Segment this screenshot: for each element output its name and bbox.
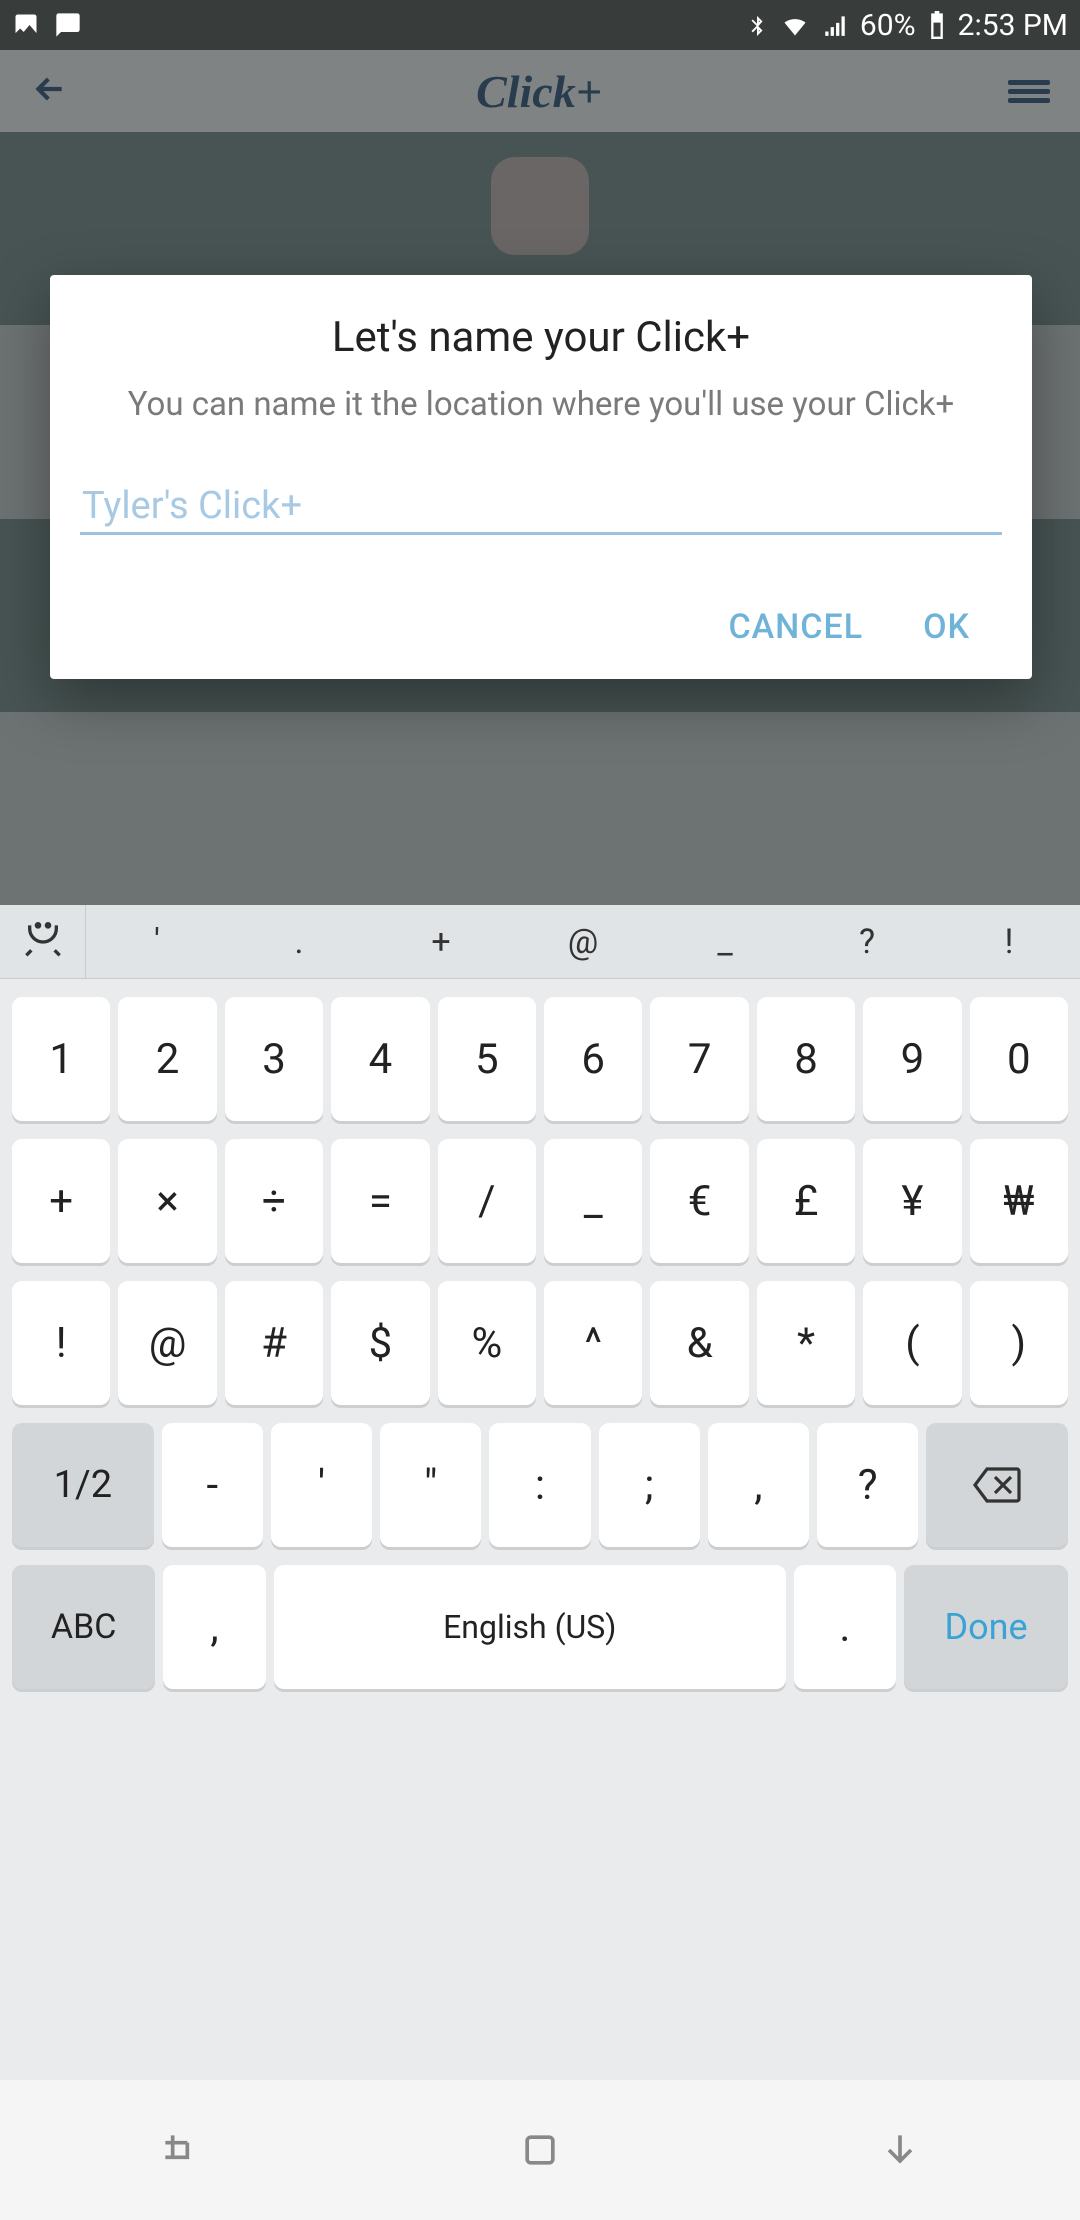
keyboard-row-4: 1/2 - ' " : ; , ? <box>6 1423 1074 1547</box>
cancel-button[interactable]: CANCEL <box>728 607 863 647</box>
backspace-key[interactable] <box>926 1423 1068 1547</box>
picture-icon <box>12 11 40 39</box>
key[interactable]: ÷ <box>225 1139 323 1263</box>
key[interactable]: ¥ <box>863 1139 961 1263</box>
home-icon[interactable] <box>518 2128 562 2172</box>
key[interactable]: 8 <box>757 997 855 1121</box>
key[interactable]: ! <box>12 1281 110 1405</box>
wifi-icon <box>780 11 810 39</box>
clock-text: 2:53 PM <box>958 8 1068 43</box>
suggestion-key[interactable]: + <box>370 922 512 962</box>
key[interactable]: " <box>380 1423 481 1547</box>
key[interactable]: 4 <box>331 997 429 1121</box>
device-name-input[interactable] <box>80 480 1002 535</box>
key[interactable]: $ <box>331 1281 429 1405</box>
name-device-dialog: Let's name your Click+ You can name it t… <box>50 275 1032 679</box>
keyboard-row-5: ABC , English (US) . Done <box>6 1565 1074 1689</box>
space-key[interactable]: English (US) <box>274 1565 786 1689</box>
battery-percent: 60% <box>860 8 916 43</box>
dialog-subtitle: You can name it the location where you'l… <box>80 384 1002 425</box>
key[interactable]: # <box>225 1281 323 1405</box>
key[interactable]: 0 <box>970 997 1068 1121</box>
key[interactable]: - <box>162 1423 263 1547</box>
key[interactable]: ^ <box>544 1281 642 1405</box>
key[interactable]: ₩ <box>970 1139 1068 1263</box>
system-nav-bar <box>0 2080 1080 2220</box>
signal-icon <box>822 11 848 39</box>
key[interactable]: & <box>650 1281 748 1405</box>
bluetooth-icon <box>746 11 768 39</box>
battery-icon <box>928 11 946 39</box>
suggestion-key[interactable]: ' <box>86 922 228 962</box>
key[interactable]: 7 <box>650 997 748 1121</box>
keyboard-row-1: 1 2 3 4 5 6 7 8 9 0 <box>6 997 1074 1121</box>
back-icon[interactable] <box>878 2128 922 2172</box>
ok-button[interactable]: OK <box>923 607 970 647</box>
recents-icon[interactable] <box>158 2128 202 2172</box>
period-key[interactable]: . <box>794 1565 896 1689</box>
key[interactable]: 3 <box>225 997 323 1121</box>
suggestion-key[interactable]: @ <box>512 922 654 962</box>
key[interactable]: / <box>438 1139 536 1263</box>
key[interactable]: % <box>438 1281 536 1405</box>
key[interactable]: + <box>12 1139 110 1263</box>
key[interactable]: @ <box>118 1281 216 1405</box>
key[interactable]: ; <box>599 1423 700 1547</box>
done-key[interactable]: Done <box>904 1565 1068 1689</box>
key[interactable]: ( <box>863 1281 961 1405</box>
keyboard-row-2: + × ÷ = / _ € £ ¥ ₩ <box>6 1139 1074 1263</box>
key[interactable]: _ <box>544 1139 642 1263</box>
key[interactable]: 5 <box>438 997 536 1121</box>
comma-key[interactable]: , <box>163 1565 265 1689</box>
symbol-page-key[interactable]: 1/2 <box>12 1423 154 1547</box>
suggestion-key[interactable]: . <box>228 922 370 962</box>
key[interactable]: ) <box>970 1281 1068 1405</box>
emoji-toggle-icon[interactable] <box>0 905 86 978</box>
abc-key[interactable]: ABC <box>12 1565 155 1689</box>
suggestion-key[interactable]: ? <box>796 922 938 962</box>
key[interactable]: ? <box>817 1423 918 1547</box>
key[interactable]: × <box>118 1139 216 1263</box>
soft-keyboard: ' . + @ _ ? ! 1 2 3 4 5 6 7 8 9 0 + × ÷ … <box>0 905 1080 2080</box>
key[interactable]: = <box>331 1139 429 1263</box>
keyboard-row-3: ! @ # $ % ^ & * ( ) <box>6 1281 1074 1405</box>
key[interactable]: 9 <box>863 997 961 1121</box>
status-bar: 60% 2:53 PM <box>0 0 1080 50</box>
key[interactable]: 2 <box>118 997 216 1121</box>
suggestion-key[interactable]: _ <box>654 922 796 962</box>
key[interactable]: , <box>708 1423 809 1547</box>
key[interactable]: € <box>650 1139 748 1263</box>
key[interactable]: 1 <box>12 997 110 1121</box>
suggestion-key[interactable]: ! <box>938 922 1080 962</box>
messages-icon <box>54 11 82 39</box>
dialog-title: Let's name your Click+ <box>80 313 1002 362</box>
key[interactable]: : <box>489 1423 590 1547</box>
keyboard-suggestion-row: ' . + @ _ ? ! <box>0 905 1080 979</box>
key[interactable]: £ <box>757 1139 855 1263</box>
key[interactable]: ' <box>271 1423 372 1547</box>
key[interactable]: 6 <box>544 997 642 1121</box>
key[interactable]: * <box>757 1281 855 1405</box>
